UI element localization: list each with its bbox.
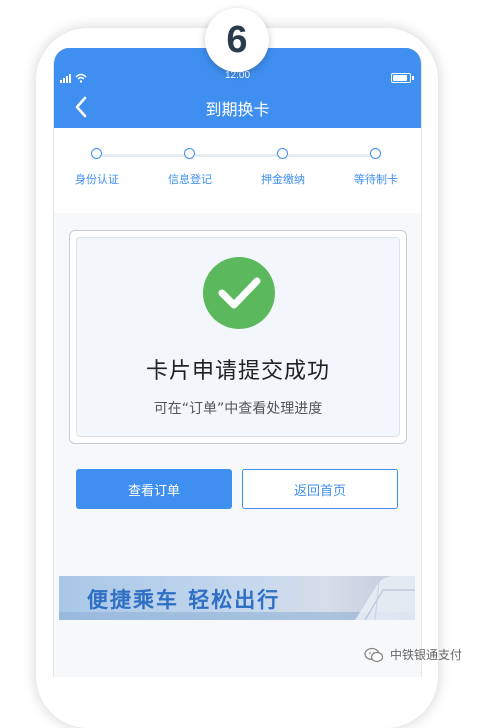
step-dot-4 xyxy=(370,148,381,159)
back-home-button[interactable]: 返回首页 xyxy=(242,469,398,509)
result-title: 卡片申请提交成功 xyxy=(145,359,330,384)
step-label-identity: 身份认证 xyxy=(75,173,119,186)
promo-banner[interactable]: 便捷乘车 轻松出行 xyxy=(59,576,415,620)
step-label-info: 信息登记 xyxy=(168,173,212,186)
watermark-text: 中铁银通支付 xyxy=(389,648,462,662)
step-connector xyxy=(102,154,190,157)
step-connector xyxy=(195,154,283,157)
view-order-button[interactable]: 查看订单 xyxy=(76,469,232,509)
watermark: 中铁银通支付 xyxy=(364,646,462,663)
wechat-icon xyxy=(364,647,384,662)
step-dot-1 xyxy=(91,148,102,159)
step-dot-3 xyxy=(277,148,288,159)
train-illustration-icon xyxy=(355,576,415,620)
battery-icon xyxy=(391,73,411,83)
step-label-deposit: 押金缴纳 xyxy=(261,173,305,186)
battery-tip xyxy=(412,76,414,80)
step-connector xyxy=(288,154,376,157)
step-dot-2 xyxy=(184,148,195,159)
check-circle-icon xyxy=(203,257,275,329)
step-number-badge: 6 xyxy=(205,8,269,72)
result-subtitle: 可在“订单”中查看处理进度 xyxy=(153,401,323,417)
nav-bar: 到期换卡 xyxy=(54,86,421,128)
result-card-inner: 卡片申请提交成功 可在“订单”中查看处理进度 xyxy=(76,237,400,437)
page-title: 到期换卡 xyxy=(205,100,270,119)
step-label-wait: 等待制卡 xyxy=(354,173,398,186)
progress-steps: 身份认证 信息登记 押金缴纳 等待制卡 xyxy=(54,128,421,213)
banner-text: 便捷乘车 轻松出行 xyxy=(87,588,281,612)
result-card: 卡片申请提交成功 可在“订单”中查看处理进度 xyxy=(69,230,407,444)
phone-screen: 12:00 到期换卡 身份认证 信息登记 押金缴纳 等待制卡 卡片申请提交成功 … xyxy=(53,48,422,677)
